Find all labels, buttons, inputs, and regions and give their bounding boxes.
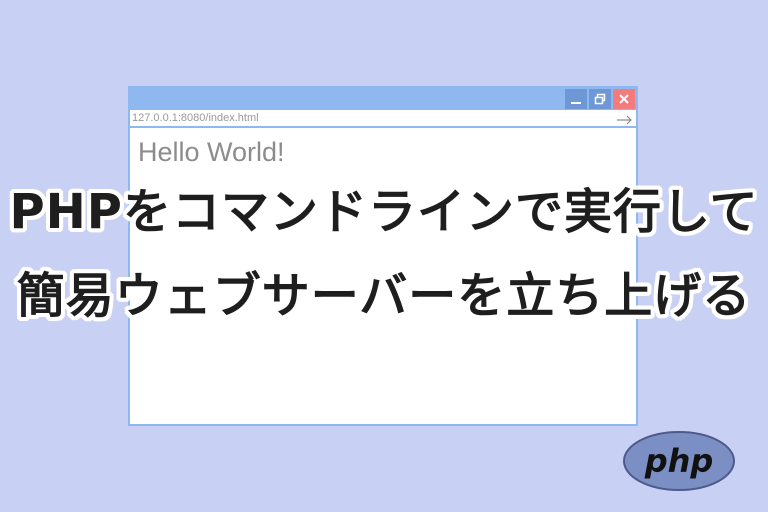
close-button[interactable] xyxy=(613,89,635,109)
php-logo: php xyxy=(622,430,736,492)
minimize-icon xyxy=(571,102,581,104)
url-text[interactable]: 127.0.0.1:8080/index.html xyxy=(132,112,259,125)
minimize-button[interactable] xyxy=(565,89,587,109)
address-bar[interactable]: 127.0.0.1:8080/index.html xyxy=(130,110,636,128)
close-icon xyxy=(619,94,629,104)
hello-world-text: Hello World! xyxy=(138,137,285,167)
headline-line-2: 簡易ウェブサーバーを立ち上げる xyxy=(16,268,752,324)
php-logo-text: php xyxy=(644,442,714,480)
restore-icon xyxy=(594,93,606,105)
arrow-right-icon xyxy=(617,115,632,125)
window-controls xyxy=(563,88,636,110)
title-bar xyxy=(130,88,636,110)
restore-button[interactable] xyxy=(589,89,611,109)
headline-line-1: PHPをコマンドラインで実行して xyxy=(9,184,759,240)
browser-window: 127.0.0.1:8080/index.html Hello World! xyxy=(128,86,638,426)
